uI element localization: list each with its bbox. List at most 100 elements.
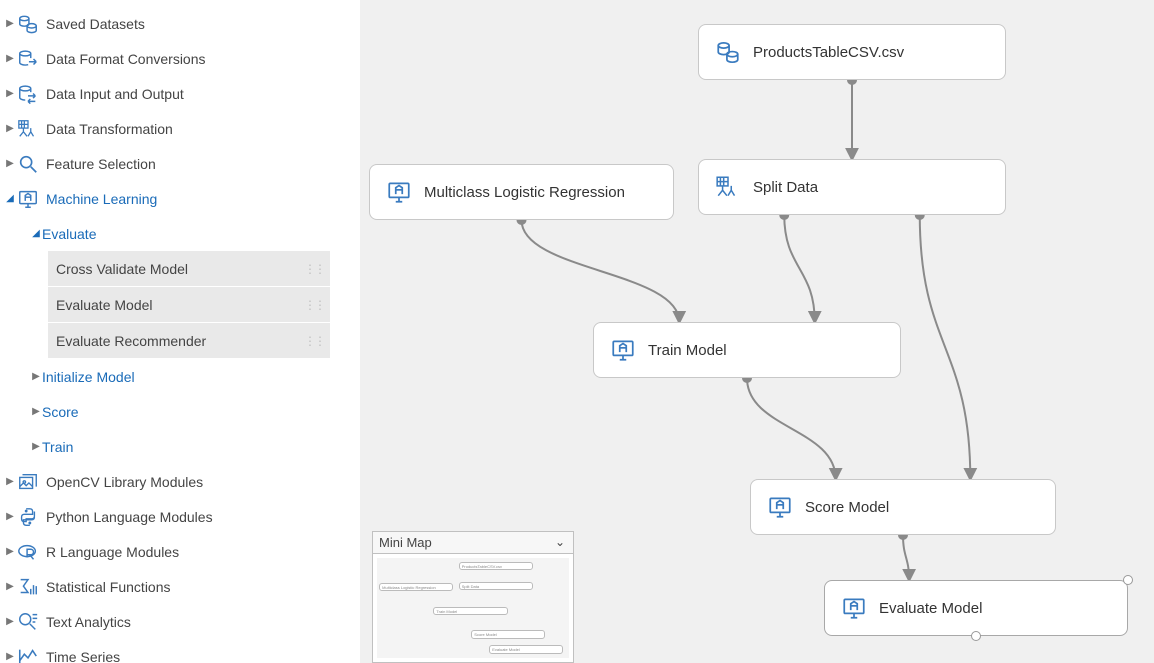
minimap-header[interactable]: Mini Map ⌄: [373, 532, 573, 554]
module-label: Cross Validate Model: [56, 261, 188, 277]
sidebar-item-opencv[interactable]: ▶ OpenCV Library Modules: [0, 464, 360, 499]
canvas-node-dataset[interactable]: ProductsTableCSV.csv: [698, 24, 1006, 80]
sidebar-item-label: Score: [42, 404, 360, 420]
caret-collapsed-icon: ▶: [30, 406, 42, 417]
sidebar-item-label: Evaluate: [42, 226, 360, 242]
drag-grip-icon: ⋮⋮: [304, 334, 324, 348]
module-evaluate-model[interactable]: Evaluate Model ⋮⋮: [48, 287, 330, 322]
sidebar-item-label: Python Language Modules: [46, 509, 360, 525]
sidebar-item-label: Feature Selection: [46, 156, 360, 172]
minimap-body[interactable]: ProductsTableCSV.csv Multiclass Logistic …: [373, 554, 573, 662]
sidebar-item-saved-datasets[interactable]: ▶ Saved Datasets: [0, 6, 360, 41]
sidebar-item-label: OpenCV Library Modules: [46, 474, 360, 490]
canvas-node-algorithm[interactable]: Multiclass Logistic Regression: [369, 164, 674, 220]
caret-collapsed-icon: ▶: [4, 476, 16, 487]
sidebar-item-machine-learning[interactable]: ◢ Machine Learning: [0, 181, 360, 216]
line-chart-icon: [16, 645, 40, 663]
sidebar-subitem-evaluate[interactable]: ◢ Evaluate: [0, 216, 360, 251]
node-label: Train Model: [648, 342, 727, 359]
node-label: ProductsTableCSV.csv: [753, 44, 904, 61]
sidebar-item-label: Data Transformation: [46, 121, 360, 137]
module-cross-validate-model[interactable]: Cross Validate Model ⋮⋮: [48, 251, 330, 286]
caret-expanded-icon: ◢: [30, 228, 42, 239]
caret-collapsed-icon: ▶: [4, 546, 16, 557]
ml-monitor-icon: [386, 179, 412, 205]
drag-grip-icon: ⋮⋮: [304, 262, 324, 276]
r-lang-icon: [16, 540, 40, 564]
node-label: Score Model: [805, 499, 889, 516]
module-label: Evaluate Recommender: [56, 333, 206, 349]
canvas-node-evaluate[interactable]: Evaluate Model: [824, 580, 1128, 636]
ml-monitor-icon: [610, 337, 636, 363]
magnifier-icon: [16, 152, 40, 176]
caret-collapsed-icon: ▶: [4, 511, 16, 522]
minimap-title: Mini Map: [379, 535, 432, 550]
minimap-node: Multiclass Logistic Regression: [379, 583, 453, 591]
node-label: Multiclass Logistic Regression: [424, 184, 625, 201]
module-label: Evaluate Model: [56, 297, 153, 313]
database-io-icon: [16, 82, 40, 106]
caret-expanded-icon: ◢: [4, 193, 16, 204]
python-icon: [16, 505, 40, 529]
caret-collapsed-icon: ▶: [30, 371, 42, 382]
minimap-node: Evaluate Model: [489, 645, 563, 653]
chevron-down-icon: ⌄: [555, 535, 565, 549]
caret-collapsed-icon: ▶: [4, 581, 16, 592]
caret-collapsed-icon: ▶: [4, 18, 16, 29]
sidebar-item-data-input-output[interactable]: ▶ Data Input and Output: [0, 76, 360, 111]
experiment-canvas[interactable]: ProductsTableCSV.csv Multiclass Logistic …: [360, 0, 1154, 663]
caret-collapsed-icon: ▶: [4, 158, 16, 169]
minimap-node: Train Model: [433, 607, 507, 615]
minimap-node: Score Model: [471, 630, 545, 638]
sidebar-item-statistical[interactable]: ▶ Statistical Functions: [0, 569, 360, 604]
sidebar-item-data-format-conversions[interactable]: ▶ Data Format Conversions: [0, 41, 360, 76]
sidebar-subitem-train[interactable]: ▶ Train: [0, 429, 360, 464]
sidebar-item-label: R Language Modules: [46, 544, 360, 560]
sidebar-item-label: Saved Datasets: [46, 16, 360, 32]
sidebar-item-label: Data Format Conversions: [46, 51, 360, 67]
node-label: Split Data: [753, 179, 818, 196]
database-icon: [16, 12, 40, 36]
sidebar-item-r[interactable]: ▶ R Language Modules: [0, 534, 360, 569]
image-stack-icon: [16, 470, 40, 494]
sidebar-item-label: Machine Learning: [46, 191, 360, 207]
drag-grip-icon: ⋮⋮: [304, 298, 324, 312]
selection-handle[interactable]: [971, 631, 981, 641]
grid-branch-icon: [715, 174, 741, 200]
sidebar-subitem-score[interactable]: ▶ Score: [0, 394, 360, 429]
database-arrow-icon: [16, 47, 40, 71]
sidebar-item-text-analytics[interactable]: ▶ Text Analytics: [0, 604, 360, 639]
ml-monitor-icon: [16, 187, 40, 211]
grid-branch-icon: [16, 117, 40, 141]
caret-collapsed-icon: ▶: [4, 616, 16, 627]
sidebar-item-label: Text Analytics: [46, 614, 360, 630]
canvas-node-score[interactable]: Score Model: [750, 479, 1056, 535]
sidebar-item-data-transformation[interactable]: ▶ Data Transformation: [0, 111, 360, 146]
sidebar-item-label: Data Input and Output: [46, 86, 360, 102]
sidebar-item-python[interactable]: ▶ Python Language Modules: [0, 499, 360, 534]
ml-monitor-icon: [767, 494, 793, 520]
minimap[interactable]: Mini Map ⌄ ProductsTableCSV.csv Multiclas…: [372, 531, 574, 663]
sidebar-item-time-series[interactable]: ▶ Time Series: [0, 639, 360, 663]
ml-monitor-icon: [841, 595, 867, 621]
sidebar-subitem-initialize-model[interactable]: ▶ Initialize Model: [0, 359, 360, 394]
sidebar-item-label: Statistical Functions: [46, 579, 360, 595]
module-evaluate-recommender[interactable]: Evaluate Recommender ⋮⋮: [48, 323, 330, 358]
sidebar-item-label: Train: [42, 439, 360, 455]
database-icon: [715, 39, 741, 65]
node-label: Evaluate Model: [879, 600, 982, 617]
sigma-bars-icon: [16, 575, 40, 599]
canvas-node-split[interactable]: Split Data: [698, 159, 1006, 215]
caret-collapsed-icon: ▶: [4, 123, 16, 134]
caret-collapsed-icon: ▶: [30, 441, 42, 452]
sidebar-item-feature-selection[interactable]: ▶ Feature Selection: [0, 146, 360, 181]
caret-collapsed-icon: ▶: [4, 88, 16, 99]
sidebar-item-label: Initialize Model: [42, 369, 360, 385]
selection-handle[interactable]: [1123, 575, 1133, 585]
canvas-node-train[interactable]: Train Model: [593, 322, 901, 378]
module-palette[interactable]: ▶ Saved Datasets ▶ Data Format Conversio…: [0, 0, 360, 663]
minimap-node: ProductsTableCSV.csv: [459, 562, 533, 570]
magnifier-text-icon: [16, 610, 40, 634]
minimap-node: Split Data: [459, 582, 533, 590]
caret-collapsed-icon: ▶: [4, 651, 16, 662]
